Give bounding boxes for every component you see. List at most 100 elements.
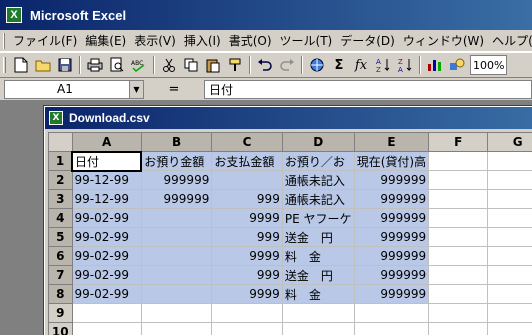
column-header-a[interactable]: A (71, 132, 142, 152)
format-painter-icon[interactable] (224, 54, 246, 76)
menu-insert[interactable]: 挿入(I) (180, 32, 225, 49)
cell-d7[interactable]: 送金 円 (281, 265, 355, 285)
menu-grip[interactable] (3, 32, 5, 49)
cell-a7[interactable]: 99-02-99 (71, 265, 142, 285)
cell-c4[interactable]: 9999 (211, 208, 283, 228)
cell-f5[interactable] (428, 227, 489, 247)
cell-f8[interactable] (428, 284, 489, 304)
menu-format[interactable]: 書式(O) (225, 32, 276, 49)
cell-a9[interactable] (71, 303, 142, 323)
cell-a5[interactable]: 99-02-99 (71, 227, 142, 247)
drawing-icon[interactable] (446, 54, 468, 76)
select-all-corner[interactable] (48, 132, 73, 152)
cell-f10[interactable] (428, 322, 489, 335)
cell-g1[interactable] (487, 151, 532, 171)
cell-f9[interactable] (428, 303, 489, 323)
cell-d4[interactable]: PE ヤフーケ (281, 208, 355, 228)
cell-a10[interactable] (71, 322, 142, 335)
cell-a1[interactable]: 日付 (70, 150, 143, 172)
workbook-title-bar[interactable]: X Download.csv (45, 107, 532, 129)
column-header-c[interactable]: C (211, 132, 283, 152)
cell-e6[interactable]: 999999 (353, 246, 430, 266)
cell-c10[interactable] (211, 322, 283, 335)
column-header-e[interactable]: E (353, 132, 430, 152)
cell-e9[interactable] (353, 303, 430, 323)
cell-b10[interactable] (140, 322, 213, 335)
cell-e1[interactable]: 現在(貸付)高 (353, 151, 430, 171)
cell-e2[interactable]: 999999 (353, 170, 430, 190)
save-icon[interactable] (54, 54, 76, 76)
new-icon[interactable] (10, 54, 32, 76)
row-header-5[interactable]: 5 (48, 227, 73, 247)
hyperlink-icon[interactable] (306, 54, 328, 76)
cell-d6[interactable]: 料 金 (281, 246, 355, 266)
cell-c7[interactable]: 999 (211, 265, 283, 285)
cell-e7[interactable]: 999999 (353, 265, 430, 285)
name-box[interactable]: A1 ▼ (4, 79, 144, 99)
cell-d10[interactable] (281, 322, 355, 335)
excel-icon[interactable]: X (6, 7, 22, 23)
sort-ascending-icon[interactable]: AZ (372, 54, 394, 76)
cell-c6[interactable]: 9999 (211, 246, 283, 266)
cell-b8[interactable] (140, 284, 213, 304)
cell-f4[interactable] (428, 208, 489, 228)
cell-d3[interactable]: 通帳未記入 (281, 189, 355, 209)
cell-g4[interactable] (487, 208, 532, 228)
cell-b9[interactable] (140, 303, 213, 323)
cell-f3[interactable] (428, 189, 489, 209)
cell-b7[interactable] (140, 265, 213, 285)
cell-a4[interactable]: 99-02-99 (71, 208, 142, 228)
excel-icon[interactable]: X (49, 111, 63, 125)
cell-b5[interactable] (140, 227, 213, 247)
cell-f6[interactable] (428, 246, 489, 266)
menu-data[interactable]: データ(D) (336, 32, 399, 49)
cell-a2[interactable]: 99-12-99 (71, 170, 142, 190)
cell-c5[interactable]: 999 (211, 227, 283, 247)
cell-g9[interactable] (487, 303, 532, 323)
column-header-b[interactable]: B (140, 132, 213, 152)
cell-e3[interactable]: 999999 (353, 189, 430, 209)
menu-view[interactable]: 表示(V) (130, 32, 180, 49)
formula-input[interactable]: 日付 (204, 79, 532, 99)
row-header-1[interactable]: 1 (48, 151, 73, 171)
open-icon[interactable] (32, 54, 54, 76)
paste-icon[interactable] (202, 54, 224, 76)
print-preview-icon[interactable] (106, 54, 128, 76)
cell-g7[interactable] (487, 265, 532, 285)
cell-b3[interactable]: 999999 (140, 189, 213, 209)
cut-icon[interactable] (158, 54, 180, 76)
cell-e4[interactable]: 999999 (353, 208, 430, 228)
cell-d1[interactable]: お預り／お (281, 151, 355, 171)
sort-descending-icon[interactable]: ZA (394, 54, 416, 76)
cell-c9[interactable] (211, 303, 283, 323)
cell-g8[interactable] (487, 284, 532, 304)
cell-b4[interactable] (140, 208, 213, 228)
cell-b1[interactable]: お預り金額 (140, 151, 213, 171)
cell-e5[interactable]: 999999 (353, 227, 430, 247)
chevron-down-icon[interactable]: ▼ (129, 80, 143, 98)
cell-g10[interactable] (487, 322, 532, 335)
menu-file[interactable]: ファイル(F) (9, 32, 81, 49)
row-header-7[interactable]: 7 (48, 265, 73, 285)
cell-f2[interactable] (428, 170, 489, 190)
cell-g2[interactable] (487, 170, 532, 190)
row-header-6[interactable]: 6 (48, 246, 73, 266)
chart-wizard-icon[interactable] (424, 54, 446, 76)
cell-c3[interactable]: 999 (211, 189, 283, 209)
column-header-d[interactable]: D (281, 132, 355, 152)
redo-icon[interactable] (276, 54, 298, 76)
column-header-f[interactable]: F (428, 132, 489, 152)
cell-a3[interactable]: 99-12-99 (71, 189, 142, 209)
autosum-icon[interactable]: Σ (328, 54, 350, 76)
function-icon[interactable]: fx (350, 54, 372, 76)
cell-g5[interactable] (487, 227, 532, 247)
column-header-g[interactable]: G (487, 132, 532, 152)
zoom-select[interactable]: 100% (470, 55, 508, 75)
menu-window[interactable]: ウィンドウ(W) (399, 32, 488, 49)
cell-d9[interactable] (281, 303, 355, 323)
toolbar-grip[interactable] (3, 57, 6, 73)
row-header-10[interactable]: 10 (48, 322, 73, 335)
menu-tools[interactable]: ツール(T) (276, 32, 337, 49)
cell-d8[interactable]: 料 金 (281, 284, 355, 304)
cell-g6[interactable] (487, 246, 532, 266)
